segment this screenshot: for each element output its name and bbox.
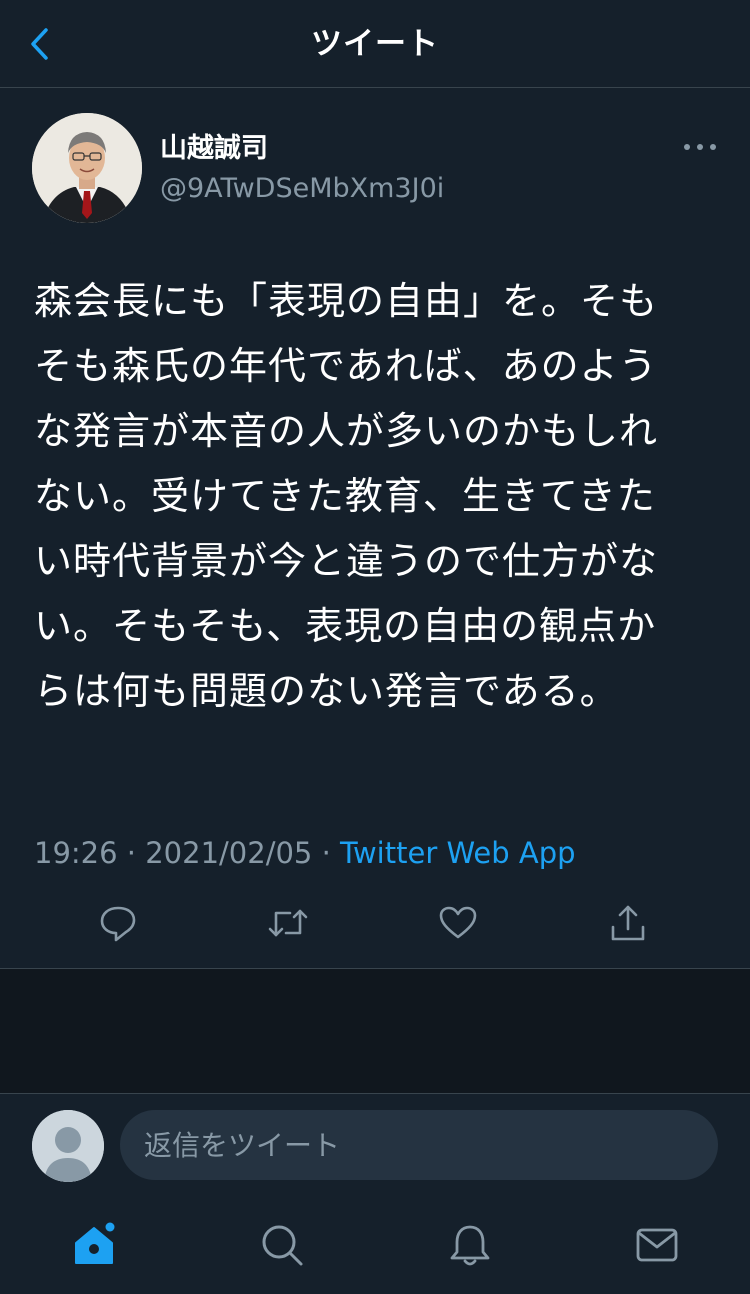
retweet-button[interactable] xyxy=(266,901,310,945)
dot-icon xyxy=(710,144,716,150)
empty-replies-area xyxy=(0,969,750,1093)
tweet-date: 2021/02/05 xyxy=(145,836,313,870)
tweet-actions xyxy=(0,901,750,951)
tweet-detail-screen: ツイート 山越誠司 @9ATwDSeMbXm3J0i 森会長にも「表現の自由」を… xyxy=(0,0,750,1294)
default-avatar-icon xyxy=(32,1110,104,1182)
like-button[interactable] xyxy=(436,901,480,945)
top-bar: ツイート xyxy=(0,0,750,88)
user-avatar[interactable] xyxy=(32,1110,104,1182)
reply-input[interactable] xyxy=(120,1110,718,1180)
tweet: 山越誠司 @9ATwDSeMbXm3J0i 森会長にも「表現の自由」を。そもそも… xyxy=(0,89,750,969)
author-avatar[interactable] xyxy=(32,113,142,223)
more-options-button[interactable] xyxy=(684,137,716,157)
home-icon xyxy=(75,1222,115,1264)
retweet-icon xyxy=(268,909,308,937)
nav-home[interactable] xyxy=(68,1219,120,1271)
tweet-time: 19:26 xyxy=(34,836,118,870)
bell-icon xyxy=(450,1225,490,1266)
mail-icon xyxy=(636,1228,678,1262)
share-button[interactable] xyxy=(606,901,650,945)
author-handle[interactable]: @9ATwDSeMbXm3J0i xyxy=(160,171,444,207)
dot-icon xyxy=(697,144,703,150)
meta-separator: · xyxy=(126,836,137,870)
tweet-source-link[interactable]: Twitter Web App xyxy=(340,836,576,870)
share-icon xyxy=(611,905,645,941)
bottom-nav xyxy=(0,1197,750,1294)
page-title: ツイート xyxy=(311,26,439,62)
author-display-name[interactable]: 山越誠司 xyxy=(160,131,268,167)
search-icon xyxy=(262,1225,303,1266)
nav-search[interactable] xyxy=(256,1219,308,1271)
reply-button[interactable] xyxy=(96,901,140,945)
reply-composer xyxy=(0,1093,750,1197)
dot-icon xyxy=(684,144,690,150)
tweet-text: 森会長にも「表現の自由」を。そもそも森氏の年代であれば、あのような発言が本音の人… xyxy=(34,279,659,713)
nav-notifications[interactable] xyxy=(444,1219,496,1271)
heart-icon xyxy=(439,906,477,939)
reply-icon xyxy=(100,906,136,942)
meta-separator: · xyxy=(321,836,331,870)
nav-messages[interactable] xyxy=(631,1219,683,1271)
tweet-meta: 19:26 · 2021/02/05 · Twitter Web App xyxy=(34,833,576,873)
